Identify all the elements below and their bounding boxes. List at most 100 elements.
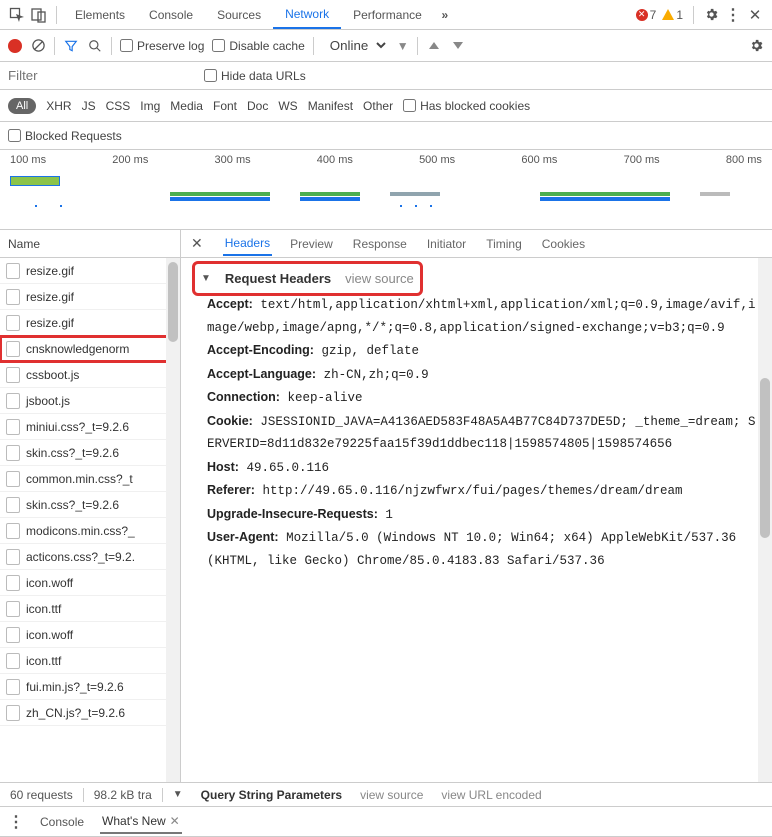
hide-data-urls-checkbox[interactable]: Hide data URLs — [204, 69, 306, 83]
column-header-name[interactable]: Name — [0, 230, 180, 258]
request-row[interactable]: cssboot.js — [0, 362, 180, 388]
file-icon — [6, 445, 20, 461]
close-devtools-icon[interactable]: ✕ — [744, 4, 766, 26]
preserve-log-checkbox[interactable]: Preserve log — [120, 39, 204, 53]
status-transfer: 98.2 kB tra — [84, 788, 163, 802]
hide-data-urls-label: Hide data URLs — [221, 69, 306, 83]
gear-icon[interactable] — [700, 4, 722, 26]
request-row[interactable]: jsboot.js — [0, 388, 180, 414]
filter-img[interactable]: Img — [140, 99, 160, 113]
details-scrollbar[interactable] — [758, 258, 772, 782]
timeline-label: 300 ms — [215, 154, 251, 166]
tab-console[interactable]: Console — [137, 2, 205, 28]
request-row[interactable]: modicons.min.css?_ — [0, 518, 180, 544]
throttle-select[interactable]: Online — [322, 35, 389, 56]
blocked-requests-checkbox[interactable]: Blocked Requests — [8, 129, 122, 143]
request-row[interactable]: icon.woff — [0, 622, 180, 648]
view-source-link[interactable]: view source — [345, 267, 414, 290]
timeline-overview[interactable]: 100 ms 200 ms 300 ms 400 ms 500 ms 600 m… — [0, 150, 772, 230]
file-icon — [6, 393, 20, 409]
file-icon — [6, 497, 20, 513]
network-settings-gear-icon[interactable] — [748, 38, 764, 54]
filter-all[interactable]: All — [8, 98, 36, 114]
warning-count-value: 1 — [676, 8, 683, 22]
header-cookie: Cookie: JSESSIONID_JAVA=A4136AED583F48A5… — [195, 410, 758, 456]
tab-elements[interactable]: Elements — [63, 2, 137, 28]
tab-performance[interactable]: Performance — [341, 2, 434, 28]
upload-har-icon[interactable] — [426, 38, 442, 54]
request-name: zh_CN.js?_t=9.2.6 — [26, 706, 125, 720]
request-row[interactable]: icon.ttf — [0, 596, 180, 622]
request-row[interactable]: common.min.css?_t — [0, 466, 180, 492]
error-count[interactable]: ✕ 7 1 — [636, 8, 683, 22]
filter-other[interactable]: Other — [363, 99, 393, 113]
detail-tab-response[interactable]: Response — [351, 233, 409, 255]
request-row[interactable]: acticons.css?_t=9.2. — [0, 544, 180, 570]
qsp-view-source[interactable]: view source — [360, 788, 423, 802]
filter-js[interactable]: JS — [82, 99, 96, 113]
close-details-icon[interactable]: ✕ — [187, 235, 207, 252]
drawer-menu-icon[interactable]: ⋮ — [8, 812, 24, 832]
file-icon — [6, 289, 20, 305]
file-icon — [6, 315, 20, 331]
drawer-tab-console[interactable]: Console — [38, 811, 86, 833]
request-name: icon.woff — [26, 628, 73, 642]
has-blocked-cookies-checkbox[interactable]: Has blocked cookies — [403, 99, 530, 113]
request-row[interactable]: resize.gif — [0, 284, 180, 310]
request-row[interactable]: resize.gif — [0, 258, 180, 284]
filter-doc[interactable]: Doc — [247, 99, 268, 113]
inspect-element-icon[interactable] — [6, 4, 28, 26]
request-row[interactable]: skin.css?_t=9.2.6 — [0, 440, 180, 466]
file-icon — [6, 601, 20, 617]
request-row[interactable]: resize.gif — [0, 310, 180, 336]
header-host: Host: 49.65.0.116 — [195, 456, 758, 480]
disclosure-triangle-icon: ▼ — [201, 270, 211, 288]
request-row[interactable]: cnsknowledgenorm — [0, 336, 180, 362]
request-row[interactable]: skin.css?_t=9.2.6 — [0, 492, 180, 518]
has-blocked-label: Has blocked cookies — [420, 99, 530, 113]
qsp-view-url-encoded[interactable]: view URL encoded — [441, 788, 541, 802]
filter-icon[interactable] — [63, 38, 79, 54]
sidebar-scrollbar[interactable] — [166, 258, 180, 782]
device-toggle-icon[interactable] — [28, 4, 50, 26]
request-name: resize.gif — [26, 264, 74, 278]
detail-tab-initiator[interactable]: Initiator — [425, 233, 468, 255]
request-row[interactable]: fui.min.js?_t=9.2.6 — [0, 674, 180, 700]
file-icon — [6, 575, 20, 591]
detail-tab-cookies[interactable]: Cookies — [540, 233, 587, 255]
filter-input[interactable] — [8, 68, 188, 83]
request-name: icon.woff — [26, 576, 73, 590]
request-name: modicons.min.css?_ — [26, 524, 135, 538]
request-name: icon.ttf — [26, 602, 61, 616]
detail-tab-headers[interactable]: Headers — [223, 232, 272, 256]
request-row[interactable]: zh_CN.js?_t=9.2.6 — [0, 700, 180, 726]
filter-xhr[interactable]: XHR — [46, 99, 71, 113]
close-icon[interactable]: ✕ — [170, 814, 180, 828]
more-tabs-icon[interactable]: » — [434, 4, 456, 26]
file-icon — [6, 471, 20, 487]
tab-sources[interactable]: Sources — [205, 2, 273, 28]
disable-cache-checkbox[interactable]: Disable cache — [212, 39, 304, 53]
detail-tab-preview[interactable]: Preview — [288, 233, 335, 255]
filter-media[interactable]: Media — [170, 99, 203, 113]
request-name: fui.min.js?_t=9.2.6 — [26, 680, 124, 694]
preserve-log-label: Preserve log — [137, 39, 204, 53]
tab-network[interactable]: Network — [273, 1, 341, 29]
request-row[interactable]: icon.woff — [0, 570, 180, 596]
record-button[interactable] — [8, 39, 22, 53]
clear-icon[interactable] — [30, 38, 46, 54]
filter-font[interactable]: Font — [213, 99, 237, 113]
request-row[interactable]: miniui.css?_t=9.2.6 — [0, 414, 180, 440]
request-row[interactable]: icon.ttf — [0, 648, 180, 674]
timeline-label: 100 ms — [10, 154, 46, 166]
kebab-menu-icon[interactable]: ⋮ — [722, 4, 744, 26]
search-icon[interactable] — [87, 38, 103, 54]
download-har-icon[interactable] — [450, 38, 466, 54]
filter-ws[interactable]: WS — [278, 99, 297, 113]
qsp-title[interactable]: Query String Parameters — [201, 788, 342, 802]
filter-manifest[interactable]: Manifest — [308, 99, 353, 113]
filter-css[interactable]: CSS — [106, 99, 131, 113]
detail-tab-timing[interactable]: Timing — [484, 233, 524, 255]
request-headers-section[interactable]: ▼ Request Headers view source — [195, 264, 420, 293]
header-user-agent: User-Agent: Mozilla/5.0 (Windows NT 10.0… — [195, 526, 758, 572]
